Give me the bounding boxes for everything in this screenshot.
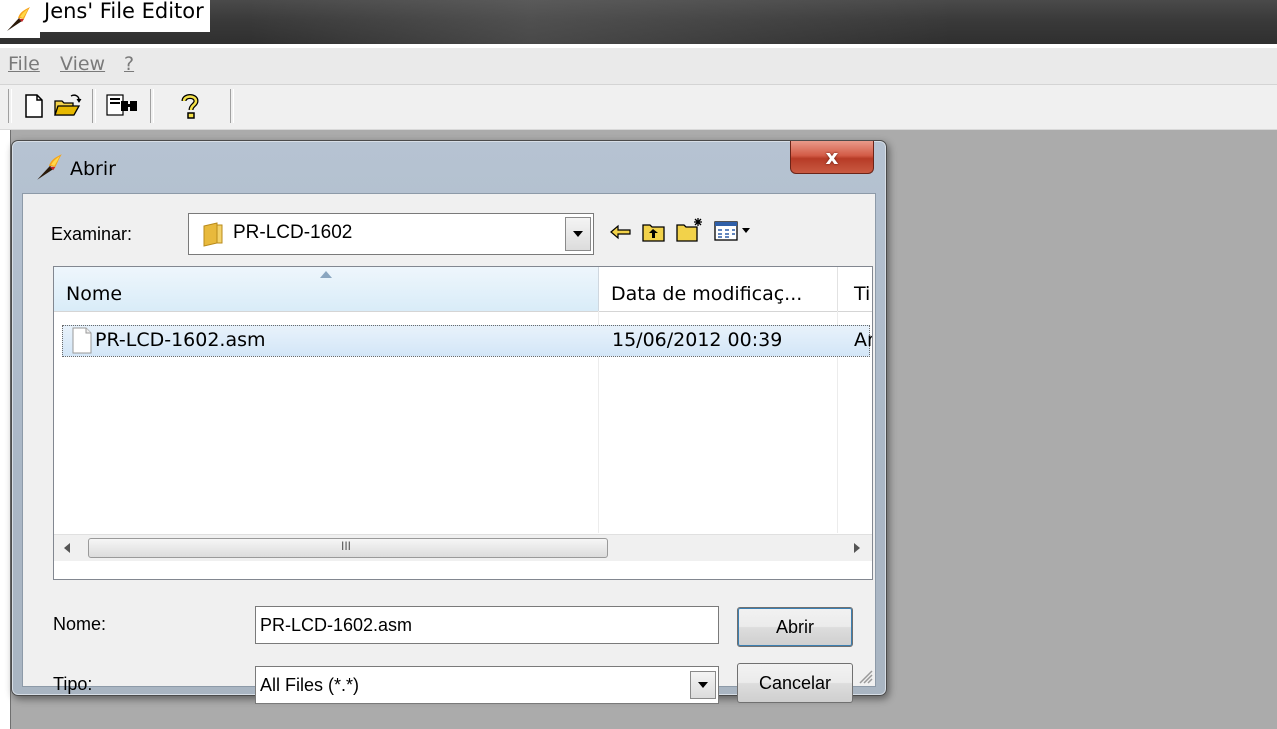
menubar: File View ? bbox=[0, 48, 1277, 85]
new-folder-icon[interactable] bbox=[675, 216, 705, 244]
scroll-left-icon[interactable] bbox=[64, 543, 70, 553]
filetype-label: Tipo: bbox=[53, 674, 93, 694]
app-title: Jens' File Editor bbox=[40, 0, 210, 32]
open-button[interactable]: Abrir bbox=[737, 607, 853, 647]
file-modified: 15/06/2012 00:39 bbox=[612, 329, 783, 351]
look-in-value: PR-LCD-1602 bbox=[233, 222, 353, 243]
column-header-name[interactable]: Nome bbox=[54, 267, 599, 311]
horizontal-scrollbar[interactable]: III bbox=[54, 534, 872, 561]
up-folder-icon[interactable] bbox=[641, 220, 667, 244]
dialog-torch-icon bbox=[37, 154, 62, 180]
close-button[interactable]: x bbox=[790, 141, 874, 174]
back-arrow-icon[interactable] bbox=[610, 224, 632, 240]
dialog-title: Abrir bbox=[70, 158, 116, 180]
menu-help[interactable]: ? bbox=[124, 53, 134, 75]
app-torch-icon bbox=[7, 7, 30, 31]
dialog-body: Examinar: PR-LCD-1602 Nome Data de modif… bbox=[22, 193, 876, 704]
chevron-down-icon[interactable] bbox=[565, 217, 591, 251]
open-dialog: Abrir x Examinar: PR-LCD-1602 Nome Data … bbox=[11, 140, 887, 704]
file-icon bbox=[72, 327, 92, 354]
file-name: PR-LCD-1602.asm bbox=[95, 329, 266, 351]
cancel-button[interactable]: Cancelar bbox=[737, 663, 853, 703]
filename-input[interactable]: PR-LCD-1602.asm bbox=[255, 606, 719, 644]
file-list[interactable]: Nome Data de modificaç... Ti PR-LCD-1602… bbox=[53, 266, 873, 580]
chevron-down-icon[interactable] bbox=[690, 671, 716, 699]
filename-label: Nome: bbox=[53, 614, 107, 634]
look-in-label: Examinar: bbox=[51, 224, 133, 244]
folder-icon bbox=[203, 222, 223, 247]
file-row[interactable]: PR-LCD-1602.asm 15/06/2012 00:39 Ar bbox=[62, 325, 873, 357]
help-button[interactable] bbox=[160, 89, 220, 123]
new-file-button[interactable] bbox=[16, 89, 52, 123]
resize-grip-icon[interactable] bbox=[855, 666, 873, 684]
toolbar bbox=[0, 85, 1277, 130]
help-icon bbox=[181, 94, 199, 119]
menu-view[interactable]: View bbox=[60, 53, 105, 75]
find-button[interactable] bbox=[100, 89, 146, 123]
scroll-thumb[interactable]: III bbox=[88, 538, 608, 558]
find-icon bbox=[106, 94, 137, 116]
list-header: Nome Data de modificaç... Ti bbox=[54, 267, 872, 312]
scroll-right-icon[interactable] bbox=[854, 543, 860, 553]
look-in-combo[interactable]: PR-LCD-1602 bbox=[188, 213, 594, 255]
column-header-date[interactable]: Data de modificaç... bbox=[599, 267, 838, 311]
new-file-icon bbox=[25, 94, 43, 118]
file-type: Ar bbox=[854, 329, 873, 351]
open-file-button[interactable] bbox=[50, 89, 86, 123]
filetype-select[interactable]: All Files (*.*) bbox=[255, 666, 719, 704]
menu-file[interactable]: File bbox=[8, 53, 40, 75]
view-menu-icon[interactable] bbox=[713, 220, 753, 242]
sort-ascending-icon bbox=[320, 271, 332, 278]
open-folder-icon bbox=[54, 94, 82, 116]
close-icon: x bbox=[825, 145, 839, 169]
app-titlebar: Jens' File Editor bbox=[0, 0, 1277, 44]
column-header-type[interactable]: Ti bbox=[838, 267, 872, 311]
